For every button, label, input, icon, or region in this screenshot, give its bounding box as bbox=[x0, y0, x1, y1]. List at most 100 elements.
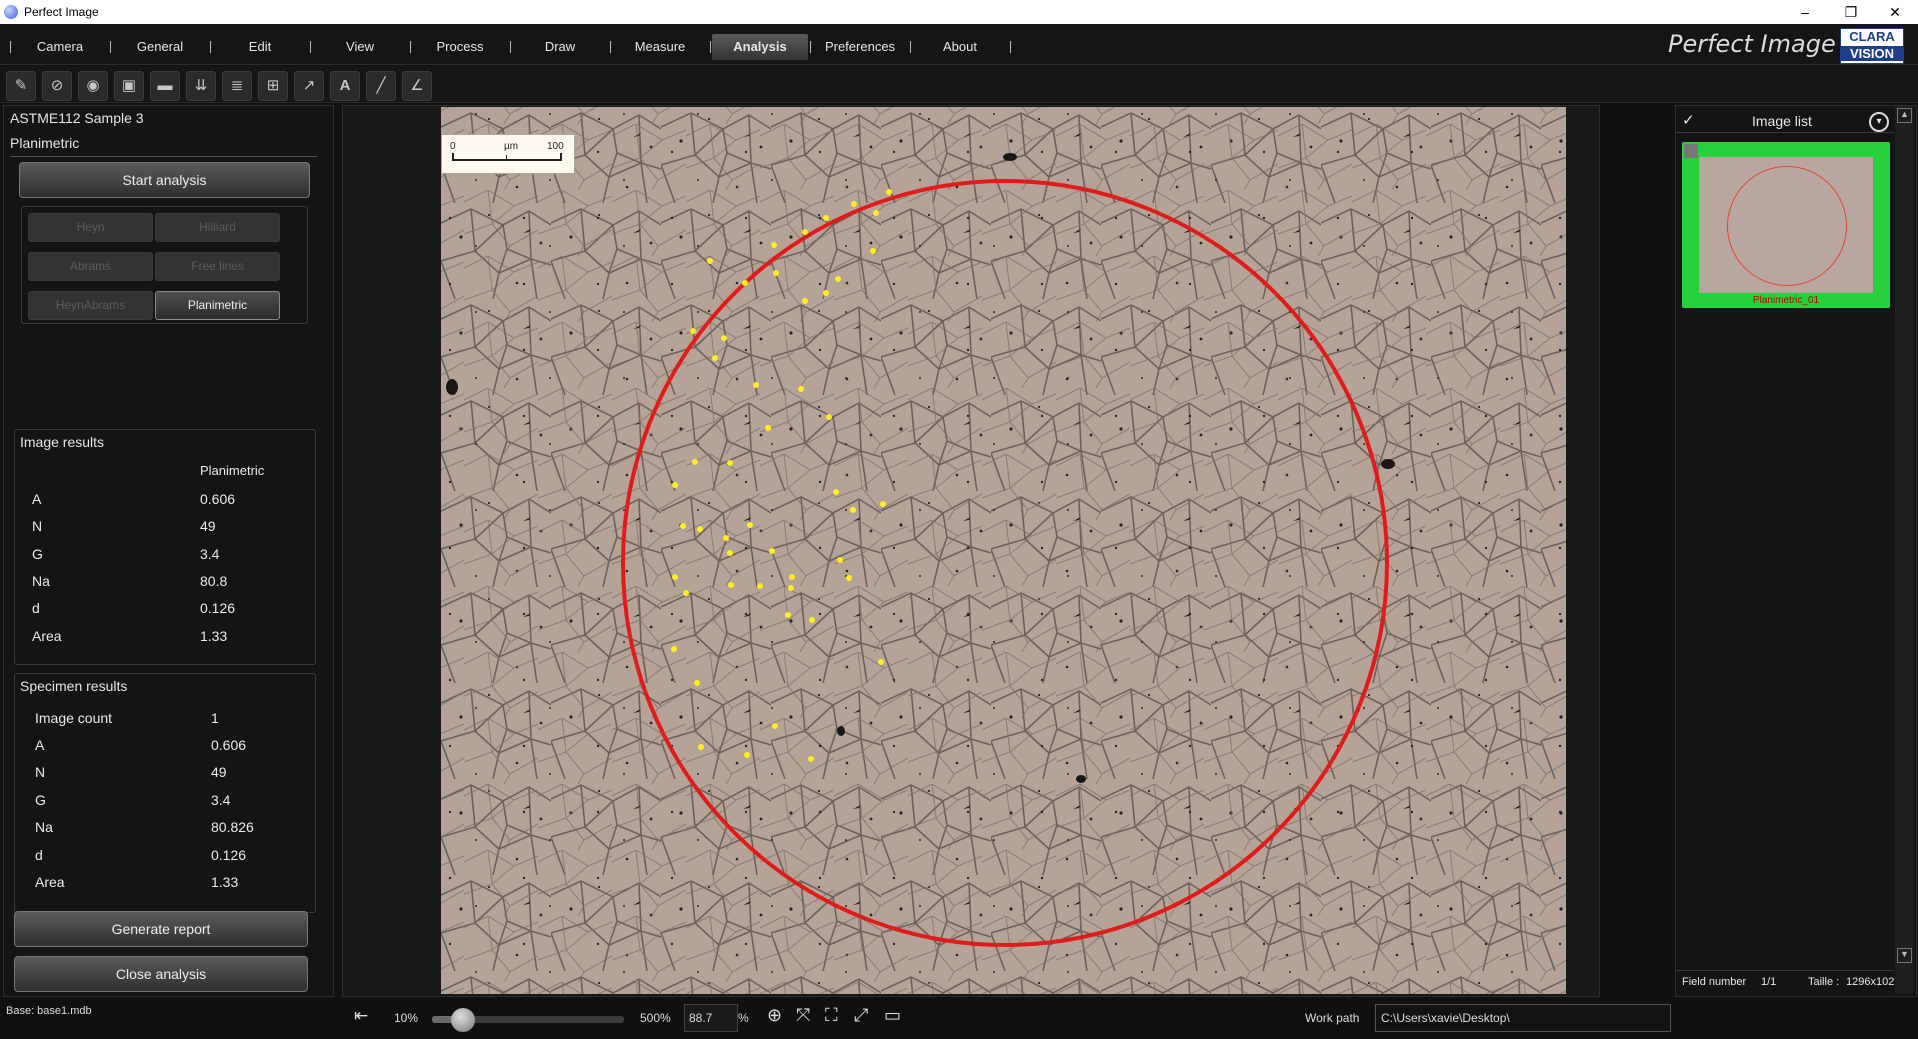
image-thumbnail[interactable]: Planimetric_01 bbox=[1682, 142, 1890, 308]
thumbnail-label: Planimetric_01 bbox=[1752, 295, 1820, 306]
result-label-g: G bbox=[32, 546, 43, 562]
zoom-max-label: 500% bbox=[640, 1011, 671, 1025]
menu-preferences[interactable]: Preferences bbox=[812, 34, 908, 60]
scroll-down-arrow[interactable]: ▼ bbox=[1897, 948, 1912, 963]
fit-frame-icon[interactable]: ⛶ bbox=[825, 1005, 838, 1026]
menu-separator bbox=[710, 41, 711, 53]
specimen-value-d: 0.126 bbox=[211, 847, 247, 863]
menu-camera[interactable]: Camera bbox=[12, 34, 108, 60]
free-lines-button[interactable]: Free lines bbox=[155, 252, 280, 281]
gallery-icon[interactable]: ▣ bbox=[114, 71, 144, 101]
menu-about[interactable]: About bbox=[912, 34, 1008, 60]
close-button[interactable]: ✕ bbox=[1872, 0, 1918, 24]
specimen-label-area: Area bbox=[35, 874, 65, 890]
work-path-input[interactable]: C:\Users\xavie\Desktop\ bbox=[1375, 1004, 1671, 1032]
image-list-panel: ✓ Image list ▾ ▲ ▼ Planimetric_01 Field … bbox=[1675, 105, 1917, 997]
menu-separator bbox=[110, 41, 111, 53]
check-icon[interactable]: ✓ bbox=[1682, 111, 1695, 129]
layers-down-icon[interactable]: ⇊ bbox=[186, 71, 216, 101]
menu-separator bbox=[610, 41, 611, 53]
image-results-title: Image results bbox=[20, 434, 105, 450]
zoom-input[interactable]: 88.7 bbox=[684, 1004, 738, 1032]
title-bar: Perfect Image – ❐ ✕ bbox=[0, 0, 1918, 24]
menu-separator bbox=[310, 41, 311, 53]
abrams-button[interactable]: Abrams bbox=[28, 252, 153, 281]
no-image-icon[interactable]: ⊘ bbox=[42, 71, 72, 101]
menu-separator bbox=[910, 41, 911, 53]
image-list-title: Image list bbox=[1752, 113, 1812, 129]
camera-icon[interactable]: ◉ bbox=[78, 71, 108, 101]
menu-analysis[interactable]: Analysis bbox=[712, 34, 808, 60]
scroll-up-arrow[interactable]: ▲ bbox=[1897, 108, 1912, 123]
status-bar: Base: base1.mdb ⇤ 10% 500% 88.7 % ⊕ ⤧ ⛶ … bbox=[0, 999, 1918, 1039]
scale-tick bbox=[506, 155, 507, 161]
result-value-g: 3.4 bbox=[200, 546, 220, 562]
menu-general[interactable]: General bbox=[112, 34, 208, 60]
menu-separator bbox=[10, 41, 11, 53]
generate-report-button[interactable]: Generate report bbox=[14, 911, 308, 947]
restore-button[interactable]: ❐ bbox=[1828, 0, 1874, 24]
stack-icon[interactable]: ≣ bbox=[222, 71, 252, 101]
grid-add-icon[interactable]: ⊞ bbox=[258, 71, 288, 101]
sample-name: ASTME112 Sample 3 bbox=[10, 110, 144, 126]
planimetric-button[interactable]: Planimetric bbox=[155, 291, 280, 320]
menu-draw[interactable]: Draw bbox=[512, 34, 608, 60]
menu-edit[interactable]: Edit bbox=[212, 34, 308, 60]
micrograph-image[interactable] bbox=[441, 107, 1566, 994]
minimize-button[interactable]: – bbox=[1782, 0, 1828, 24]
thumbnail-checkbox[interactable] bbox=[1684, 144, 1698, 158]
image-results-group: Image results Planimetric A 0.606 N 49 G… bbox=[14, 429, 316, 665]
heyn-button[interactable]: Heyn bbox=[28, 213, 153, 242]
scale-tick bbox=[560, 153, 562, 161]
line-icon[interactable]: ╱ bbox=[366, 71, 396, 101]
scale-bar: 0 µm 100 bbox=[441, 134, 575, 174]
specimen-value-area: 1.33 bbox=[211, 874, 239, 890]
field-number-label: Field number bbox=[1682, 976, 1747, 988]
menu-separator bbox=[210, 41, 211, 53]
menu-separator bbox=[510, 41, 511, 53]
save-icon[interactable]: ▬ bbox=[150, 71, 180, 101]
result-label-n: N bbox=[32, 518, 43, 534]
specimen-value-a: 0.606 bbox=[211, 737, 247, 753]
fullscreen-icon[interactable]: ⤢ bbox=[854, 1005, 868, 1026]
logo-bottom-text: VISION bbox=[1841, 46, 1903, 61]
text-icon[interactable]: A bbox=[330, 71, 360, 101]
specimen-label-g: G bbox=[35, 792, 46, 808]
specimen-value-count: 1 bbox=[211, 710, 219, 726]
angle-icon[interactable]: ∠ bbox=[402, 71, 432, 101]
menu-separator bbox=[1010, 41, 1011, 53]
first-image-icon[interactable]: ⇤ bbox=[354, 1006, 368, 1026]
image-size-value: 1296x1026p bbox=[1846, 976, 1894, 988]
zoom-slider-track[interactable] bbox=[432, 1008, 624, 1032]
scale-unit-label: µm bbox=[504, 141, 519, 152]
start-analysis-button[interactable]: Start analysis bbox=[19, 162, 310, 198]
work-path-label: Work path bbox=[1305, 1011, 1360, 1025]
menu-process[interactable]: Process bbox=[412, 34, 508, 60]
field-number-value: 1/1 bbox=[1761, 976, 1777, 988]
menu-view[interactable]: View bbox=[312, 34, 408, 60]
image-list-scrollbar[interactable]: ▲ ▼ bbox=[1895, 106, 1913, 994]
window-title: Perfect Image bbox=[24, 5, 99, 19]
menu-bar: Camera General Edit View Process Draw Me… bbox=[0, 24, 1918, 65]
specimen-label-na: Na bbox=[35, 819, 53, 835]
menu-measure[interactable]: Measure bbox=[612, 34, 708, 60]
divider bbox=[1676, 970, 1894, 971]
arrow-icon[interactable]: ↗ bbox=[294, 71, 324, 101]
analysis-panel: ASTME112 Sample 3 Planimetric Start anal… bbox=[3, 105, 334, 997]
specimen-value-na: 80.826 bbox=[211, 819, 254, 835]
image-size-label: Taille : bbox=[1808, 976, 1840, 988]
specimen-value-n: 49 bbox=[211, 764, 227, 780]
edit-icon[interactable]: ✎ bbox=[6, 71, 36, 101]
zoom-in-icon[interactable]: ⊕ bbox=[767, 1005, 782, 1026]
zoom-percent-label: % bbox=[738, 1011, 749, 1025]
heynabrams-button[interactable]: HeynAbrams bbox=[28, 291, 153, 320]
fit-inside-icon[interactable]: ⤧ bbox=[796, 1005, 810, 1026]
specimen-results-group: Specimen results Image count 1 A 0.606 N… bbox=[14, 673, 316, 913]
method-name: Planimetric bbox=[10, 135, 80, 151]
monitor-icon[interactable]: ▭ bbox=[884, 1005, 901, 1026]
zoom-slider-thumb[interactable] bbox=[450, 1008, 475, 1032]
result-value-a: 0.606 bbox=[200, 491, 236, 507]
chevron-down-icon[interactable]: ▾ bbox=[1869, 112, 1889, 132]
close-analysis-button[interactable]: Close analysis bbox=[14, 956, 308, 992]
hilliard-button[interactable]: Hilliard bbox=[155, 213, 280, 242]
